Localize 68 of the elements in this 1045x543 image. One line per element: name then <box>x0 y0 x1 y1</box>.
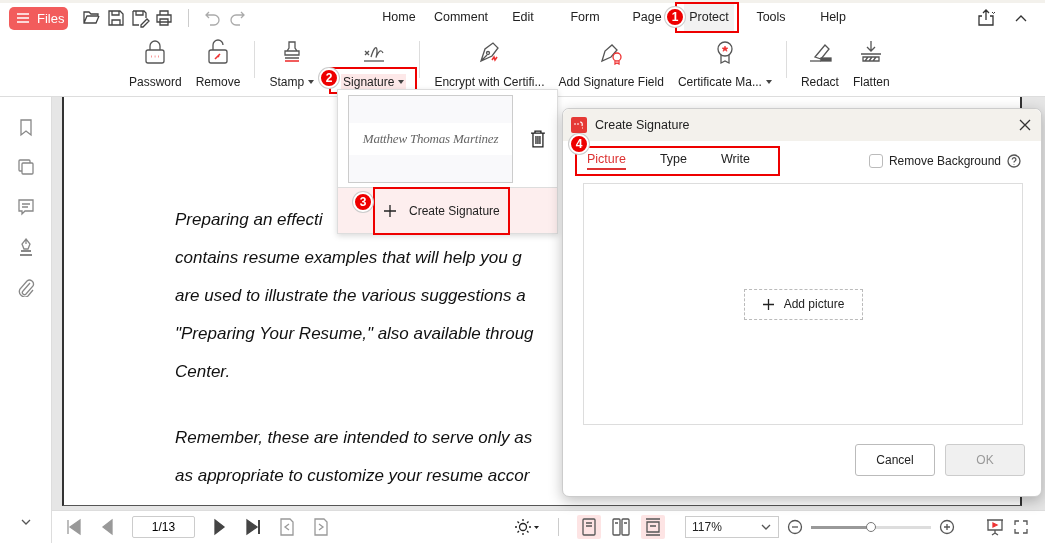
ribbon-button[interactable]: Password <box>127 74 184 90</box>
brightness-icon[interactable] <box>514 517 540 537</box>
zoom-out-icon[interactable] <box>787 519 803 535</box>
menu-tab[interactable]: Form <box>565 3 605 33</box>
close-icon[interactable] <box>1017 117 1033 133</box>
ribbon-button[interactable]: Flatten <box>850 74 892 90</box>
scroll-view-icon <box>643 517 663 537</box>
document-text: Preparing an effecti <box>175 209 323 231</box>
document-text: contains resume examples that will help you g <box>175 247 522 269</box>
menu-tab[interactable]: Comment <box>428 3 494 33</box>
menu-icon <box>17 12 29 24</box>
document-text: Center. <box>175 361 231 383</box>
signature-text: Matthew Thomas Martinez <box>349 123 513 155</box>
ribbon-button[interactable]: Add Signature Field <box>556 74 666 90</box>
callout-badge: 2 <box>319 68 340 88</box>
view-button[interactable] <box>609 515 633 539</box>
share-icon[interactable] <box>975 8 995 28</box>
presentation-icon[interactable] <box>985 517 1005 537</box>
dialog-tab[interactable]: Picture <box>587 152 626 170</box>
callout-badge: 1 <box>665 7 685 27</box>
dialog-tab[interactable]: Type <box>659 152 687 170</box>
checkbox[interactable] <box>868 154 883 168</box>
fullscreen-icon[interactable] <box>1013 519 1029 535</box>
ribbon-button[interactable]: Signature <box>341 74 407 90</box>
checkbox-label: Remove Background <box>888 154 1001 168</box>
two-page-icon <box>611 517 631 537</box>
zoom-slider[interactable] <box>811 525 931 529</box>
single-page-icon <box>579 517 599 537</box>
picture-drop-area[interactable]: Add picture <box>583 183 1023 425</box>
ribbon-button[interactable]: Remove <box>193 74 243 90</box>
menu-tab[interactable]: Tools <box>751 3 791 33</box>
dialog-title: Create Signature <box>595 118 690 132</box>
view-button[interactable] <box>577 515 601 539</box>
menu-tab[interactable]: Home <box>377 3 421 33</box>
zoom-in-icon[interactable] <box>939 519 955 535</box>
zoom-select[interactable]: 117% <box>685 516 779 538</box>
ribbon-button[interactable]: Certificate Ma... <box>675 74 774 90</box>
page-number-field[interactable]: 1/13 <box>132 516 195 538</box>
help-icon[interactable] <box>1007 154 1021 168</box>
ribbon-button[interactable]: Encrypt with Certifi... <box>432 74 547 90</box>
document-text: as appropriate to customize your resume accor <box>175 465 530 487</box>
plus-icon <box>383 203 397 218</box>
dialog-button[interactable]: Cancel <box>855 444 935 476</box>
save-as-icon[interactable] <box>130 8 150 28</box>
callout-badge: 4 <box>569 134 589 154</box>
ribbon-button[interactable]: Stamp <box>267 74 317 90</box>
trash-icon[interactable] <box>529 129 547 149</box>
ribbon-button[interactable]: Redact <box>798 74 841 90</box>
view-button[interactable] <box>641 515 665 539</box>
print-icon[interactable] <box>154 8 174 28</box>
pages-icon[interactable] <box>15 157 36 177</box>
menu-tab[interactable]: Page <box>627 3 667 33</box>
document-text: Remember, these are intended to serve only as <box>175 427 533 449</box>
menu-tab[interactable]: Help <box>815 3 851 33</box>
menu-tab[interactable]: Edit <box>507 3 539 33</box>
plus-icon <box>761 297 775 311</box>
slider-thumb[interactable] <box>866 521 876 532</box>
callout-badge: 3 <box>353 191 373 212</box>
app-logo-icon <box>571 117 587 133</box>
dialog-tab[interactable]: Write <box>721 152 750 170</box>
save-icon[interactable] <box>106 8 126 28</box>
signature-card[interactable]: Matthew Thomas Martinez <box>348 95 514 183</box>
comment-icon[interactable] <box>15 197 36 217</box>
create-signature-button[interactable]: Create Signature <box>376 192 507 229</box>
document-text: "Preparing Your Resume," also available throug <box>175 323 534 345</box>
document-text: are used to illustrate the various suggestions a <box>175 285 526 307</box>
add-picture-button[interactable]: Add picture <box>743 288 863 320</box>
last-page-icon[interactable] <box>243 517 263 537</box>
